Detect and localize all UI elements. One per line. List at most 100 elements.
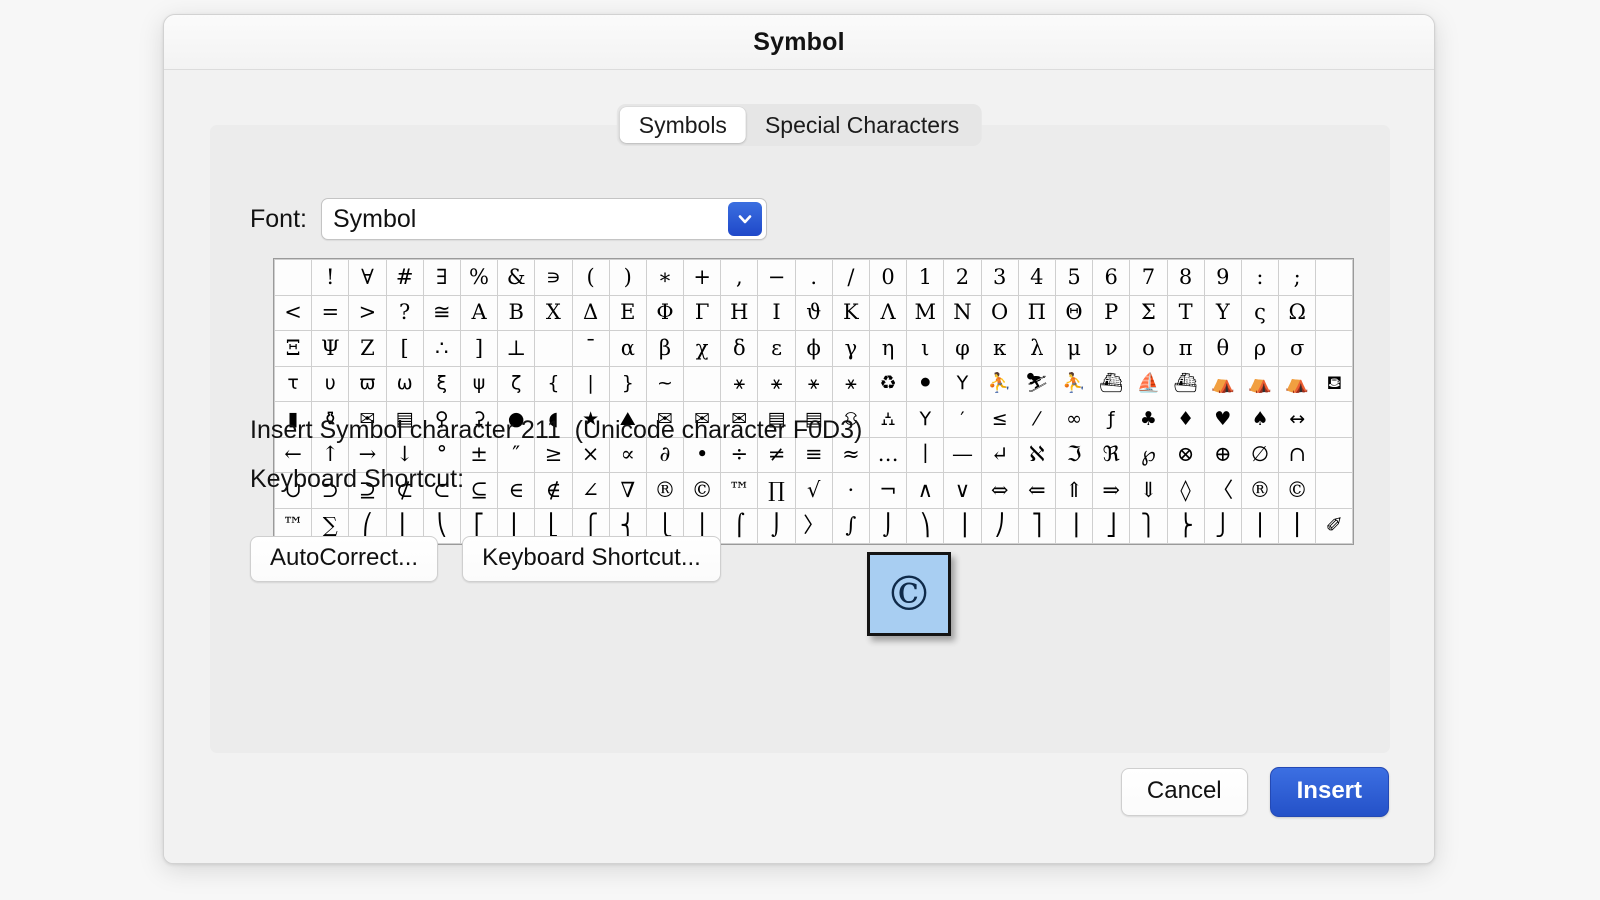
character-cell[interactable]: μ [1055, 331, 1092, 367]
character-cell[interactable]: 2 [944, 260, 981, 296]
character-cell[interactable]: ℜ [1093, 437, 1130, 473]
character-cell[interactable]: σ [1279, 331, 1316, 367]
character-cell[interactable]: ⋅ [832, 473, 869, 509]
character-cell[interactable]: ® [646, 473, 683, 509]
character-cell[interactable]: < [275, 295, 312, 331]
character-cell[interactable]: ⎬ [1167, 508, 1204, 544]
character-cell[interactable]: ∇ [609, 473, 646, 509]
character-cell[interactable]: δ [721, 331, 758, 367]
character-cell[interactable]: ℘ [1130, 437, 1167, 473]
character-cell[interactable]: ⚹ [721, 366, 758, 402]
character-cell[interactable]: } [609, 366, 646, 402]
character-cell[interactable]: ∅ [1241, 437, 1278, 473]
character-cell[interactable]: ⎫ [1130, 508, 1167, 544]
character-cell[interactable]: ♥ [1204, 402, 1241, 438]
character-cell[interactable]: ≅ [423, 295, 460, 331]
character-cell[interactable]: . [795, 260, 832, 296]
character-cell[interactable]: Ξ [275, 331, 312, 367]
character-cell[interactable]: & [498, 260, 535, 296]
character-cell[interactable]: ⛺ [1204, 366, 1241, 402]
character-cell[interactable]: ⌡ [870, 508, 907, 544]
tab-symbols[interactable]: Symbols [620, 107, 746, 143]
character-cell[interactable]: ⎞ [907, 508, 944, 544]
character-cell[interactable]: 〉 [795, 508, 832, 544]
character-cell[interactable]: Σ [1130, 295, 1167, 331]
character-cell[interactable]: 6 [1093, 260, 1130, 296]
character-cell[interactable]: ) [609, 260, 646, 296]
character-cell[interactable]: ∨ [944, 473, 981, 509]
character-cell[interactable]: 1 [907, 260, 944, 296]
character-cell[interactable]: ∀ [349, 260, 386, 296]
character-cell[interactable]: Λ [870, 295, 907, 331]
character-cell[interactable]: ♣ [1130, 402, 1167, 438]
character-cell[interactable]: ξ [423, 366, 460, 402]
character-cell[interactable]: ⛷ [1018, 366, 1055, 402]
character-cell[interactable]: ♦ [1167, 402, 1204, 438]
character-cell[interactable]: √ [795, 473, 832, 509]
character-cell[interactable]: / [832, 260, 869, 296]
character-cell[interactable]: ⊕ [1204, 437, 1241, 473]
font-select[interactable]: Symbol [321, 198, 767, 240]
character-cell[interactable]: Δ [572, 295, 609, 331]
character-cell[interactable]: ® [1241, 473, 1278, 509]
character-cell[interactable]: 3 [981, 260, 1018, 296]
character-cell[interactable]: > [349, 295, 386, 331]
character-cell[interactable]: Β [498, 295, 535, 331]
character-cell[interactable] [1316, 295, 1353, 331]
character-cell[interactable] [535, 331, 572, 367]
character-cell[interactable]: + [684, 260, 721, 296]
character-cell[interactable]: λ [1018, 331, 1055, 367]
character-cell[interactable]: ✐ [1316, 508, 1353, 544]
tab-special-characters[interactable]: Special Characters [746, 107, 978, 143]
character-cell[interactable]: ⎭ [1204, 508, 1241, 544]
character-cell[interactable]: Α [460, 295, 497, 331]
character-cell[interactable]: Υ [944, 366, 981, 402]
character-cell[interactable]: Ψ [312, 331, 349, 367]
character-cell[interactable]: Ι [758, 295, 795, 331]
character-cell[interactable]: ⁄ [1018, 402, 1055, 438]
character-cell[interactable]: 8 [1167, 260, 1204, 296]
character-cell[interactable]: ⛺ [1241, 366, 1278, 402]
character-cell[interactable] [1316, 331, 1353, 367]
character-cell[interactable]: Υ [1204, 295, 1241, 331]
cancel-button[interactable]: Cancel [1121, 768, 1248, 816]
character-cell[interactable]: ; [1279, 260, 1316, 296]
character-cell[interactable]: # [386, 260, 423, 296]
character-cell[interactable]: Ε [609, 295, 646, 331]
character-cell[interactable]: ν [1093, 331, 1130, 367]
character-cell[interactable]: { [535, 366, 572, 402]
character-cell[interactable]: ℵ [1018, 437, 1055, 473]
character-cell[interactable]: η [870, 331, 907, 367]
character-cell[interactable]: ⚹ [758, 366, 795, 402]
character-cell[interactable]: π [1167, 331, 1204, 367]
character-cell[interactable]: ⎟ [944, 508, 981, 544]
character-cell[interactable]: Γ [684, 295, 721, 331]
character-cell[interactable]: ⛼ [870, 402, 907, 438]
character-cell[interactable]: Χ [535, 295, 572, 331]
character-cell[interactable]: ⛹ [1055, 366, 1092, 402]
character-cell[interactable] [684, 366, 721, 402]
character-cell[interactable]: ⌡ [758, 508, 795, 544]
character-cell[interactable]: , [721, 260, 758, 296]
character-cell[interactable] [1316, 402, 1353, 438]
character-cell[interactable]: ⊆ [460, 473, 497, 509]
character-cell[interactable]: ⛺ [1279, 366, 1316, 402]
character-cell[interactable]: ⊥ [498, 331, 535, 367]
character-cell[interactable]: ⊗ [1167, 437, 1204, 473]
character-cell[interactable]: θ [1204, 331, 1241, 367]
character-cell[interactable]: γ [832, 331, 869, 367]
character-cell[interactable]: ρ [1241, 331, 1278, 367]
character-cell[interactable]: ∫ [832, 508, 869, 544]
character-cell[interactable]: ο [1130, 331, 1167, 367]
character-cell[interactable]: ♠ [1241, 402, 1278, 438]
character-cell[interactable]: ⎠ [981, 508, 1018, 544]
character-cell[interactable]: ⛴ [1093, 366, 1130, 402]
character-cell[interactable]: β [646, 331, 683, 367]
character-cell[interactable]: ~ [646, 366, 683, 402]
character-cell[interactable]: ƒ [1093, 402, 1130, 438]
character-cell[interactable]: | [572, 366, 609, 402]
character-cell[interactable]: 〈 [1204, 473, 1241, 509]
character-cell[interactable] [1316, 260, 1353, 296]
character-cell[interactable]: τ [275, 366, 312, 402]
character-cell[interactable]: ♻ [870, 366, 907, 402]
